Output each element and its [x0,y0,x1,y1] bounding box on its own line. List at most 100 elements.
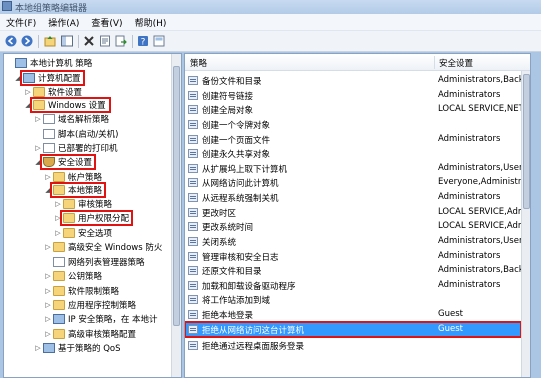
list-row[interactable]: 创建一个页面文件 Administrators [185,132,521,147]
list-row[interactable]: 管理审核和安全日志 Administrators [185,249,521,264]
computer-icon [23,73,35,83]
security-setting: Administrators [438,280,501,290]
menu-help[interactable]: 帮助(H) [135,16,167,29]
printer-icon [43,143,55,153]
expander-icon[interactable]: ▷ [44,243,52,251]
expander-icon[interactable]: ▷ [34,344,42,352]
policy-icon [188,164,198,173]
menu-action[interactable]: 操作(A) [48,16,79,29]
expander-icon[interactable]: ▷ [34,115,42,123]
list-row[interactable]: 将工作站添加到域 [185,292,521,307]
tree-item-windows-firewall[interactable]: ▷ 高级安全 Windows 防火 [44,239,162,255]
expander-icon[interactable]: ▷ [44,173,52,181]
expander-icon[interactable]: ◢ [24,101,32,109]
expander-icon[interactable]: ◢ [44,186,52,194]
list-row[interactable]: 创建全局对象 LOCAL SERVICE,NET [185,102,522,117]
tree-item-label: 域名解析策略 [58,115,110,125]
list-row[interactable]: 加载和卸载设备驱动程序 Administrators [185,278,521,293]
security-setting: Everyone,Administrat [438,177,522,187]
policy-name: 关闭系统 [202,238,237,248]
tree-item-user-rights-assignment[interactable]: ▷ 用户权限分配 [54,210,134,226]
list-scrollbar[interactable] [521,71,530,377]
show-hide-tree-icon[interactable] [60,34,74,48]
security-setting: Administrators,Users [438,163,522,173]
expander-icon[interactable]: ▷ [44,287,52,295]
menu-file[interactable]: 文件(F) [6,16,36,29]
tree-scrollbar[interactable] [171,54,181,377]
list-row[interactable]: 从网络访问此计算机 Everyone,Administrat [185,175,522,190]
tree-item-label: 安全设置 [58,158,93,168]
policy-icon [188,325,198,334]
qos-icon [43,343,55,353]
back-icon[interactable] [4,34,18,48]
expander-icon[interactable]: ▷ [54,200,62,208]
properties-icon[interactable] [98,34,112,48]
column-header-security-setting[interactable]: 安全设置 [439,57,473,69]
list-row[interactable]: 还原文件和目录 Administrators,Backu [185,263,522,278]
policy-name: 将工作站添加到域 [202,296,271,306]
document-icon [43,114,55,124]
forward-icon[interactable] [20,34,34,48]
help-icon[interactable]: ? [136,34,150,48]
view-icon[interactable] [152,34,166,48]
policy-icon [188,149,198,158]
expander-icon[interactable]: ◢ [34,158,42,166]
list-row[interactable]: 从扩展坞上取下计算机 Administrators,Users [185,161,522,176]
policy-name: 更改系统时间 [202,223,254,233]
policy-name: 从远程系统强制关机 [202,194,279,204]
security-setting: Administrators [438,192,501,202]
list-row[interactable]: 拒绝通过远程桌面服务登录 [185,338,521,353]
tree-item-public-key-policies[interactable]: ▷ 公钥策略 [44,268,102,284]
policy-name: 创建永久共享对象 [202,150,271,160]
expander-icon[interactable]: ▷ [44,301,52,309]
column-header-policy[interactable]: 策略 [190,57,207,69]
list-row-selected[interactable]: 拒绝从网络访问这台计算机 Guest [185,321,522,338]
policy-name: 加载和卸载设备驱动程序 [202,282,296,292]
tree-item-local-computer-policy[interactable]: 本地计算机 策略 [6,55,92,71]
tree-item-label: 基于策略的 QoS [58,344,121,354]
tree-item-security-settings[interactable]: ◢ 安全设置 [34,154,97,170]
expander-icon[interactable]: ▷ [24,88,32,96]
policy-icon [188,237,198,246]
list-row[interactable]: 创建一个令牌对象 [185,117,521,132]
tree-item-name-resolution-policy[interactable]: ▷ 域名解析策略 [34,111,109,127]
folder-icon [63,199,75,209]
list-row[interactable]: 更改系统时间 LOCAL SERVICE,Adm [185,219,522,234]
menu-view[interactable]: 查看(V) [91,16,122,29]
expander-icon[interactable]: ▷ [44,315,52,323]
expander-icon[interactable]: ◢ [14,74,22,82]
tree-item-qos[interactable]: ▷ 基于策略的 QoS [34,340,121,356]
up-folder-icon[interactable] [43,34,57,48]
list-row[interactable]: 关闭系统 Administrators,Users [185,234,522,249]
tree-item-label: 公钥策略 [68,272,103,282]
expander-icon[interactable]: ▷ [44,330,52,338]
expander-icon[interactable]: ▷ [54,214,62,222]
list-row[interactable]: 创建永久共享对象 [185,146,521,161]
expander-icon[interactable]: ▷ [54,229,62,237]
tree-item-label: 本地计算机 策略 [30,59,93,69]
policy-icon [188,222,198,231]
delete-icon[interactable] [82,34,96,48]
list-row[interactable]: 更改时区 LOCAL SERVICE,Adm [185,205,522,220]
security-setting: Administrators,Backu [438,75,522,85]
list-row[interactable]: 拒绝本地登录 Guest [185,307,521,322]
highlight-box: 安全设置 [39,154,97,170]
tree-item-label: 高级安全 Windows 防火 [68,243,163,253]
document-icon [43,129,55,139]
expander-icon[interactable]: ▷ [34,144,42,152]
security-setting: Administrators [438,90,501,100]
tree-item-label: 本地策略 [68,186,103,196]
list-row[interactable]: 创建符号链接 Administrators [185,88,521,103]
expander-icon[interactable]: ▷ [44,272,52,280]
list-row[interactable]: 从远程系统强制关机 Administrators [185,190,521,205]
shield-icon [43,157,55,167]
policy-icon [188,208,198,217]
scrollbar-thumb[interactable] [173,66,180,326]
tree-item-ip-security[interactable]: ▷ IP 安全策略，在 本地计 [44,311,158,327]
scrollbar-thumb[interactable] [523,74,530,209]
list-row[interactable]: 备份文件和目录 Administrators,Backu [185,73,522,88]
export-list-icon[interactable] [114,34,128,48]
policy-name: 创建一个页面文件 [202,136,271,146]
security-setting: Guest [438,309,463,319]
highlight-box: 计算机配置 [20,70,85,86]
